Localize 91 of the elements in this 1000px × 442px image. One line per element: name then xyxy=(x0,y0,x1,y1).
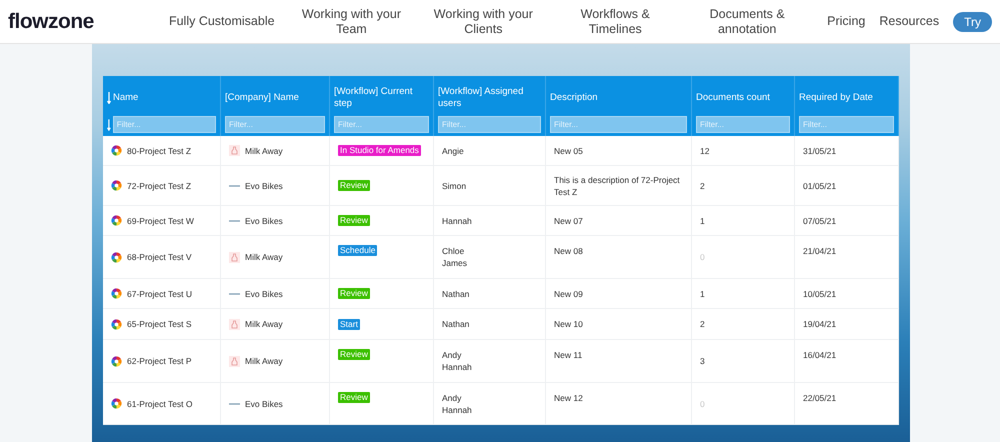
filter-field[interactable]: Filter... xyxy=(225,116,325,133)
date-text: 01/05/21 xyxy=(803,180,836,192)
dash-logo-icon xyxy=(229,218,240,222)
project-name[interactable]: 69-Project Test W xyxy=(127,214,194,226)
step-tag: Review xyxy=(338,392,370,403)
description-text: New 08 xyxy=(554,245,583,257)
documents-count: 1 xyxy=(700,214,705,226)
date-text: 22/05/21 xyxy=(803,392,836,404)
step-tag: In Studio for Amends xyxy=(338,145,421,156)
step-tag: Review xyxy=(338,215,370,226)
nav-link[interactable]: Resources xyxy=(879,14,940,29)
user-name: Andy xyxy=(442,349,462,361)
user-name: Nathan xyxy=(442,318,470,330)
brand-logo[interactable]: flowzone xyxy=(8,10,158,34)
pinwheel-icon xyxy=(111,288,122,299)
documents-count: 3 xyxy=(700,355,705,367)
project-name[interactable]: 62-Project Test P xyxy=(127,355,192,367)
company-name: Evo Bikes xyxy=(245,398,283,410)
filter-field[interactable]: Filter... xyxy=(112,116,216,133)
project-name[interactable]: 67-Project Test U xyxy=(127,288,192,300)
description-text: New 10 xyxy=(554,318,583,330)
bottle-logo-icon xyxy=(229,356,240,366)
filter-field[interactable]: Filter... xyxy=(799,116,894,133)
nav-link[interactable]: Workflows & Timelines xyxy=(560,6,670,36)
user-name: Andy xyxy=(442,392,462,404)
user-name: Simon xyxy=(442,180,466,192)
description-text: New 07 xyxy=(554,214,583,226)
pinwheel-icon xyxy=(111,398,122,409)
dash-logo-icon xyxy=(229,292,240,296)
bottle-logo-icon xyxy=(229,252,240,262)
filter-field[interactable]: Filter... xyxy=(334,116,429,133)
date-text: 10/05/21 xyxy=(803,288,836,300)
description-text: New 11 xyxy=(554,349,582,361)
user-name: Hannah xyxy=(442,214,472,226)
date-text: 16/04/21 xyxy=(803,349,836,361)
sort-arrow-icon[interactable] xyxy=(107,92,111,104)
filter-field[interactable]: Filter... xyxy=(550,116,687,133)
project-name[interactable]: 72-Project Test Z xyxy=(127,180,192,192)
pinwheel-icon xyxy=(111,215,122,226)
user-name: Hannah xyxy=(442,361,472,373)
company-name: Evo Bikes xyxy=(245,180,283,192)
filter-field[interactable]: Filter... xyxy=(696,116,790,133)
pinwheel-icon xyxy=(111,356,122,366)
documents-count: 2 xyxy=(700,318,705,330)
description-text: This is a description of 72-Project Test Z xyxy=(554,174,681,198)
nav-link[interactable]: Fully Customisable xyxy=(168,14,275,29)
date-text: 31/05/21 xyxy=(803,144,836,156)
documents-count: 2 xyxy=(700,180,705,192)
step-tag: Schedule xyxy=(338,245,378,256)
step-tag: Start xyxy=(338,318,360,330)
nav-link[interactable]: Pricing xyxy=(827,14,866,29)
user-name: Chloe xyxy=(442,245,466,257)
project-name[interactable]: 68-Project Test V xyxy=(127,251,192,263)
company-name: Evo Bikes xyxy=(245,288,283,300)
pinwheel-icon xyxy=(111,318,122,330)
pinwheel-icon xyxy=(111,252,122,262)
nav-link[interactable]: Working with your Team xyxy=(296,6,406,36)
documents-count: 1 xyxy=(700,288,705,300)
bottle-logo-icon xyxy=(229,145,240,156)
description-text: New 12 xyxy=(554,392,583,404)
pinwheel-icon xyxy=(111,180,122,191)
dash-logo-icon xyxy=(229,184,240,188)
step-tag: Review xyxy=(338,349,370,360)
bottle-logo-icon xyxy=(229,318,240,330)
company-name: Milk Away xyxy=(245,251,283,263)
company-name: Milk Away xyxy=(245,355,283,367)
dash-logo-icon xyxy=(229,402,240,406)
step-tag: Review xyxy=(338,180,370,191)
company-name: Milk Away xyxy=(245,318,283,330)
description-text: New 09 xyxy=(554,288,583,300)
nav-link[interactable]: Working with your Clients xyxy=(428,6,538,36)
pinwheel-icon xyxy=(111,145,122,156)
sort-arrow-icon[interactable] xyxy=(107,118,111,130)
nav-link[interactable]: Documents & annotation xyxy=(692,6,802,36)
filter-field[interactable]: Filter... xyxy=(438,116,541,133)
date-text: 19/04/21 xyxy=(803,318,836,330)
project-name[interactable]: 80-Project Test Z xyxy=(127,144,192,156)
date-text: 21/04/21 xyxy=(803,245,836,257)
date-text: 07/05/21 xyxy=(803,214,836,226)
try-button[interactable]: Try xyxy=(953,12,992,32)
step-tag: Review xyxy=(338,288,370,299)
user-name: Angie xyxy=(442,144,464,156)
company-name: Milk Away xyxy=(245,144,283,156)
user-name: Hannah xyxy=(442,404,472,416)
user-name: James xyxy=(442,257,468,269)
project-name[interactable]: 65-Project Test S xyxy=(127,318,192,330)
description-text: New 05 xyxy=(554,144,583,156)
documents-count: 12 xyxy=(700,144,710,156)
user-name: Nathan xyxy=(442,288,470,300)
company-name: Evo Bikes xyxy=(245,214,283,226)
project-name[interactable]: 61-Project Test O xyxy=(127,398,193,410)
